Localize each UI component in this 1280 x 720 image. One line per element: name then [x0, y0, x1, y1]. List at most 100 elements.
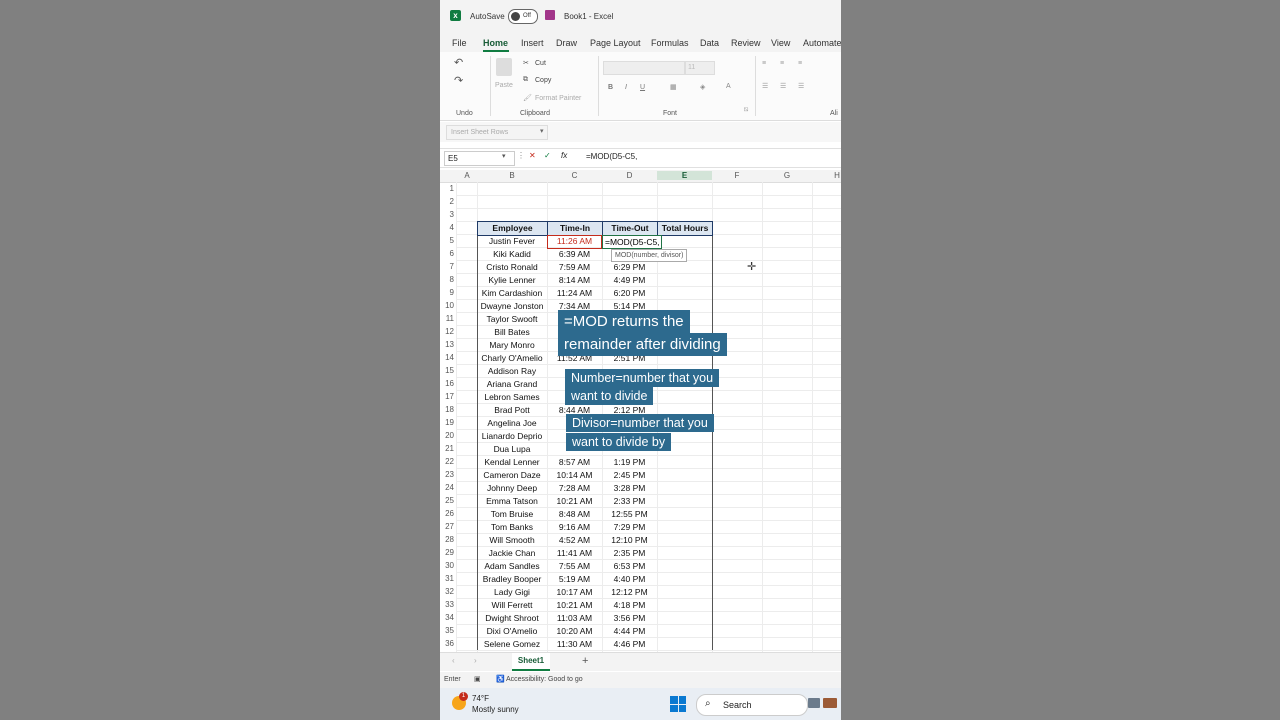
column-header-a[interactable]: A: [457, 171, 477, 180]
time-in-cell[interactable]: 4:52 AM: [547, 535, 602, 545]
employee-cell[interactable]: Kiki Kadid: [477, 249, 547, 259]
tab-home[interactable]: Home: [483, 38, 508, 48]
font-name-select[interactable]: [603, 61, 685, 75]
header-employee[interactable]: Employee: [477, 221, 548, 236]
time-out-cell[interactable]: 4:49 PM: [602, 275, 657, 285]
time-out-cell[interactable]: 12:10 PM: [602, 535, 657, 545]
employee-cell[interactable]: Will Ferrett: [477, 600, 547, 610]
row-header-27[interactable]: 27: [440, 522, 454, 531]
tab-draw[interactable]: Draw: [556, 38, 577, 48]
italic-button[interactable]: I: [625, 84, 627, 91]
employee-cell[interactable]: Kendal Lenner: [477, 457, 547, 467]
row-header-22[interactable]: 22: [440, 457, 454, 466]
tab-automate[interactable]: Automate: [803, 38, 841, 48]
save-icon[interactable]: [545, 10, 555, 20]
employee-cell[interactable]: Adam Sandles: [477, 561, 547, 571]
employee-cell[interactable]: Dixi O'Amelio: [477, 626, 547, 636]
employee-cell[interactable]: Kim Cardashion: [477, 288, 547, 298]
briefcase-icon[interactable]: [823, 698, 837, 708]
tab-file[interactable]: File: [452, 38, 467, 48]
time-in-cell[interactable]: 11:41 AM: [547, 548, 602, 558]
row-header-36[interactable]: 36: [440, 639, 454, 648]
time-out-cell[interactable]: 7:29 PM: [602, 522, 657, 532]
time-in-cell[interactable]: 11:30 AM: [547, 639, 602, 649]
formula-input[interactable]: =MOD(D5-C5,: [586, 152, 637, 161]
time-out-cell[interactable]: 6:53 PM: [602, 561, 657, 571]
time-out-cell[interactable]: 6:29 PM: [602, 262, 657, 272]
row-header-19[interactable]: 19: [440, 418, 454, 427]
employee-cell[interactable]: Will Smooth: [477, 535, 547, 545]
employee-cell[interactable]: Lianardo Deprio: [477, 431, 547, 441]
time-in-cell[interactable]: 5:19 AM: [547, 574, 602, 584]
paste-label[interactable]: Paste: [495, 82, 513, 89]
row-header-30[interactable]: 30: [440, 561, 454, 570]
employee-cell[interactable]: Taylor Swooft: [477, 314, 547, 324]
format-painter-button[interactable]: Format Painter: [535, 95, 581, 102]
row-header-7[interactable]: 7: [440, 262, 454, 271]
column-header-c[interactable]: C: [547, 171, 602, 180]
time-in-cell[interactable]: 11:24 AM: [547, 288, 602, 298]
paste-icon[interactable]: [496, 58, 512, 76]
row-header-3[interactable]: 3: [440, 210, 454, 219]
cut-button[interactable]: Cut: [535, 60, 546, 67]
time-in-cell[interactable]: 7:55 AM: [547, 561, 602, 571]
time-in-cell[interactable]: 8:48 AM: [547, 509, 602, 519]
time-out-cell[interactable]: 2:45 PM: [602, 470, 657, 480]
format-painter-icon[interactable]: 🖌: [523, 94, 532, 102]
cut-icon[interactable]: ✂: [523, 59, 529, 67]
sheet-tab-sheet1[interactable]: Sheet1: [512, 653, 550, 671]
borders-icon[interactable]: ▦: [670, 83, 677, 91]
employee-cell[interactable]: Tom Banks: [477, 522, 547, 532]
employee-cell[interactable]: Bill Bates: [477, 327, 547, 337]
header-time-in[interactable]: Time-In: [547, 221, 603, 236]
row-header-12[interactable]: 12: [440, 327, 454, 336]
row-header-11[interactable]: 11: [440, 314, 454, 323]
align-center-icon[interactable]: ☰: [780, 82, 786, 90]
row-header-9[interactable]: 9: [440, 288, 454, 297]
row-header-5[interactable]: 5: [440, 236, 454, 245]
row-header-24[interactable]: 24: [440, 483, 454, 492]
copy-icon[interactable]: ⧉: [523, 76, 528, 84]
employee-cell[interactable]: Addison Ray: [477, 366, 547, 376]
row-header-32[interactable]: 32: [440, 587, 454, 596]
align-middle-icon[interactable]: ≡: [780, 60, 784, 67]
employee-cell[interactable]: Dwight Shroot: [477, 613, 547, 623]
employee-cell[interactable]: Justin Fever: [477, 236, 547, 246]
tab-data[interactable]: Data: [700, 38, 719, 48]
tab-formulas[interactable]: Formulas: [651, 38, 689, 48]
name-box-dropdown-icon[interactable]: ▾: [502, 152, 506, 160]
time-in-cell[interactable]: 10:21 AM: [547, 600, 602, 610]
time-in-cell[interactable]: 11:03 AM: [547, 613, 602, 623]
cancel-entry-icon[interactable]: ✕: [529, 151, 536, 160]
time-out-cell[interactable]: 3:28 PM: [602, 483, 657, 493]
employee-cell[interactable]: Cristo Ronald: [477, 262, 547, 272]
row-header-31[interactable]: 31: [440, 574, 454, 583]
next-sheet-icon[interactable]: ›: [474, 656, 477, 665]
dropdown-arrow-icon[interactable]: ▾: [540, 127, 544, 135]
column-header-d[interactable]: D: [602, 171, 657, 180]
employee-cell[interactable]: Bradley Booper: [477, 574, 547, 584]
time-in-cell[interactable]: 10:14 AM: [547, 470, 602, 480]
row-header-20[interactable]: 20: [440, 431, 454, 440]
font-size-select[interactable]: 11: [685, 61, 715, 75]
fill-color-icon[interactable]: ◈: [700, 83, 705, 91]
time-in-cell[interactable]: 6:39 AM: [547, 249, 602, 259]
tab-view[interactable]: View: [771, 38, 790, 48]
prev-sheet-icon[interactable]: ‹: [452, 656, 455, 665]
time-out-cell[interactable]: 6:20 PM: [602, 288, 657, 298]
time-in-cell[interactable]: 8:57 AM: [547, 457, 602, 467]
time-in-cell[interactable]: 8:14 AM: [547, 275, 602, 285]
employee-cell[interactable]: Kylie Lenner: [477, 275, 547, 285]
header-time-out[interactable]: Time-Out: [602, 221, 658, 236]
underline-button[interactable]: U: [640, 84, 645, 91]
font-color-icon[interactable]: A: [726, 83, 731, 90]
employee-cell[interactable]: Cameron Daze: [477, 470, 547, 480]
align-bottom-icon[interactable]: ≡: [798, 60, 802, 67]
row-header-33[interactable]: 33: [440, 600, 454, 609]
row-header-1[interactable]: 1: [440, 184, 454, 193]
time-in-cell[interactable]: 10:21 AM: [547, 496, 602, 506]
file-explorer-icon[interactable]: [808, 698, 820, 708]
row-header-6[interactable]: 6: [440, 249, 454, 258]
employee-cell[interactable]: Lady Gigi: [477, 587, 547, 597]
column-header-e[interactable]: E: [657, 171, 712, 180]
